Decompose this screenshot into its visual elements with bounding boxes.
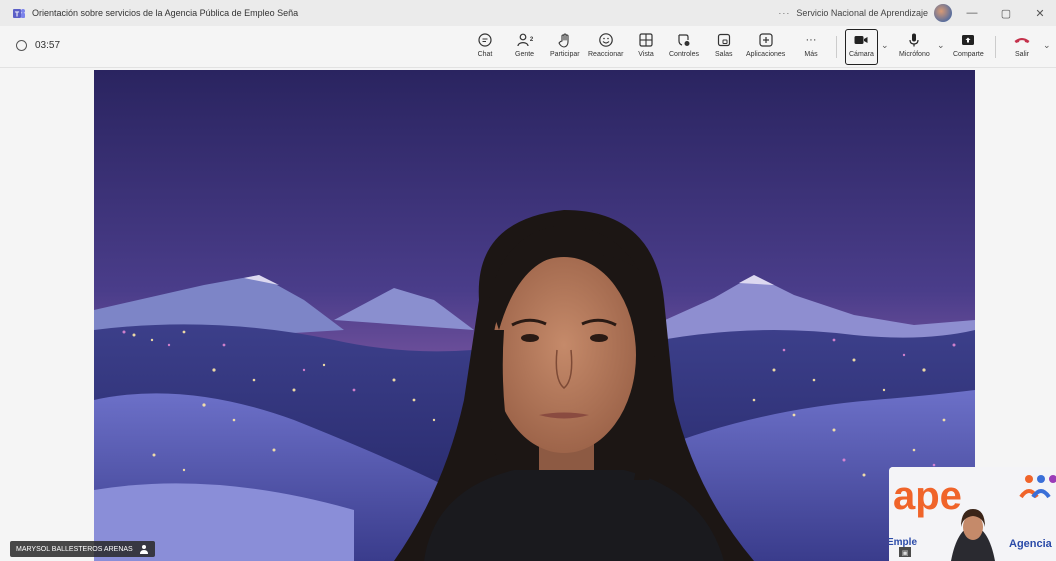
more-button[interactable]: ··· Más	[803, 30, 819, 64]
apps-label: Aplicaciones	[746, 51, 786, 58]
share-label: Comparte	[953, 51, 984, 58]
raise-hand-icon	[558, 33, 569, 48]
raise-hand-label: Participar	[550, 51, 580, 58]
window-title: Orientación sobre servicios de la Agenci…	[32, 8, 299, 18]
chat-button[interactable]: Chat	[477, 30, 493, 64]
restore-icon[interactable]: ▢	[1000, 7, 1012, 20]
microphone-icon	[909, 33, 919, 47]
people-icon: 2	[516, 33, 533, 47]
participant-name-badge: MARYSOL BALLESTEROS ARENAS	[10, 541, 155, 557]
minimize-icon[interactable]: —	[966, 7, 978, 19]
smiley-icon	[598, 33, 613, 47]
more-dots-icon: ···	[806, 34, 817, 46]
svg-text:···: ···	[806, 34, 817, 46]
view-label: Vista	[638, 51, 654, 58]
svg-text:T: T	[15, 12, 20, 19]
mic-options-chevron-icon[interactable]: ⌄	[937, 40, 945, 51]
controls-label: Controles	[669, 51, 699, 58]
leave-label: Salir	[1014, 51, 1029, 58]
video-background	[94, 70, 975, 561]
participant-name: MARYSOL BALLESTEROS ARENAS	[16, 545, 133, 553]
breakout-rooms-icon	[717, 33, 730, 47]
main-video-feed[interactable]	[94, 70, 975, 561]
chat-icon	[478, 33, 492, 47]
pip-slide-text-right: Agencia	[1009, 538, 1053, 550]
more-label: Más	[804, 51, 818, 58]
self-view-video[interactable]: ape Emple Agencia ▣	[889, 467, 1056, 561]
pip-slide-text-left: Emple	[889, 537, 917, 548]
people-label: Gente	[515, 51, 535, 58]
meeting-toolbar: 03:57 Chat 2 Gente Participar Reaccionar…	[0, 26, 1056, 68]
microphone-button[interactable]: Micrófono	[899, 30, 930, 64]
people-button[interactable]: 2 Gente	[515, 30, 534, 64]
react-label: Reaccionar	[588, 51, 624, 58]
video-camera-icon	[854, 36, 868, 44]
toolbar-divider	[836, 36, 837, 58]
title-bar: T Orientación sobre servicios de la Agen…	[0, 0, 1056, 26]
apps-button[interactable]: Aplicaciones	[746, 30, 785, 64]
self-view-scene: ape Emple Agencia ▣	[889, 467, 1056, 561]
organization-name: Servicio Nacional de Aprendizaje	[796, 8, 928, 18]
camera-button[interactable]: Cámara	[845, 29, 878, 65]
view-button[interactable]: Vista	[638, 30, 654, 64]
meeting-stage: MARYSOL BALLESTEROS ARENAS ape Emple Age…	[0, 68, 1056, 561]
more-options-icon[interactable]: ···	[778, 8, 790, 18]
camera-label: Cámara	[849, 51, 874, 58]
teams-logo-icon: T	[13, 9, 25, 19]
react-button[interactable]: Reaccionar	[588, 30, 623, 64]
grid-view-icon	[639, 33, 653, 47]
camera-options-chevron-icon[interactable]: ⌄	[881, 40, 889, 51]
people-count: 2	[529, 37, 532, 43]
share-screen-icon	[962, 35, 975, 45]
leave-options-chevron-icon[interactable]: ⌄	[1043, 40, 1051, 51]
rooms-button[interactable]: Salas	[715, 30, 733, 64]
chat-label: Chat	[477, 51, 493, 58]
close-icon[interactable]: ✕	[1034, 7, 1046, 20]
toolbar-divider	[995, 36, 996, 58]
hang-up-icon	[1014, 38, 1030, 43]
share-button[interactable]: Comparte	[953, 30, 984, 64]
shield-controls-icon	[678, 34, 690, 46]
add-apps-icon	[759, 33, 773, 47]
svg-text:▣: ▣	[902, 550, 909, 557]
rooms-label: Salas	[715, 51, 733, 58]
microphone-label: Micrófono	[899, 51, 930, 58]
controls-button[interactable]: Controles	[669, 30, 699, 64]
meeting-timer: 03:57	[16, 40, 60, 51]
user-avatar[interactable]	[934, 4, 952, 22]
pip-logo-text: ape	[893, 474, 962, 518]
leave-button[interactable]: Salir	[1013, 30, 1031, 64]
timer-text: 03:57	[35, 40, 61, 51]
recording-status-icon	[16, 40, 27, 51]
raise-hand-button[interactable]: Participar	[550, 30, 580, 64]
presenter-icon	[139, 545, 148, 554]
